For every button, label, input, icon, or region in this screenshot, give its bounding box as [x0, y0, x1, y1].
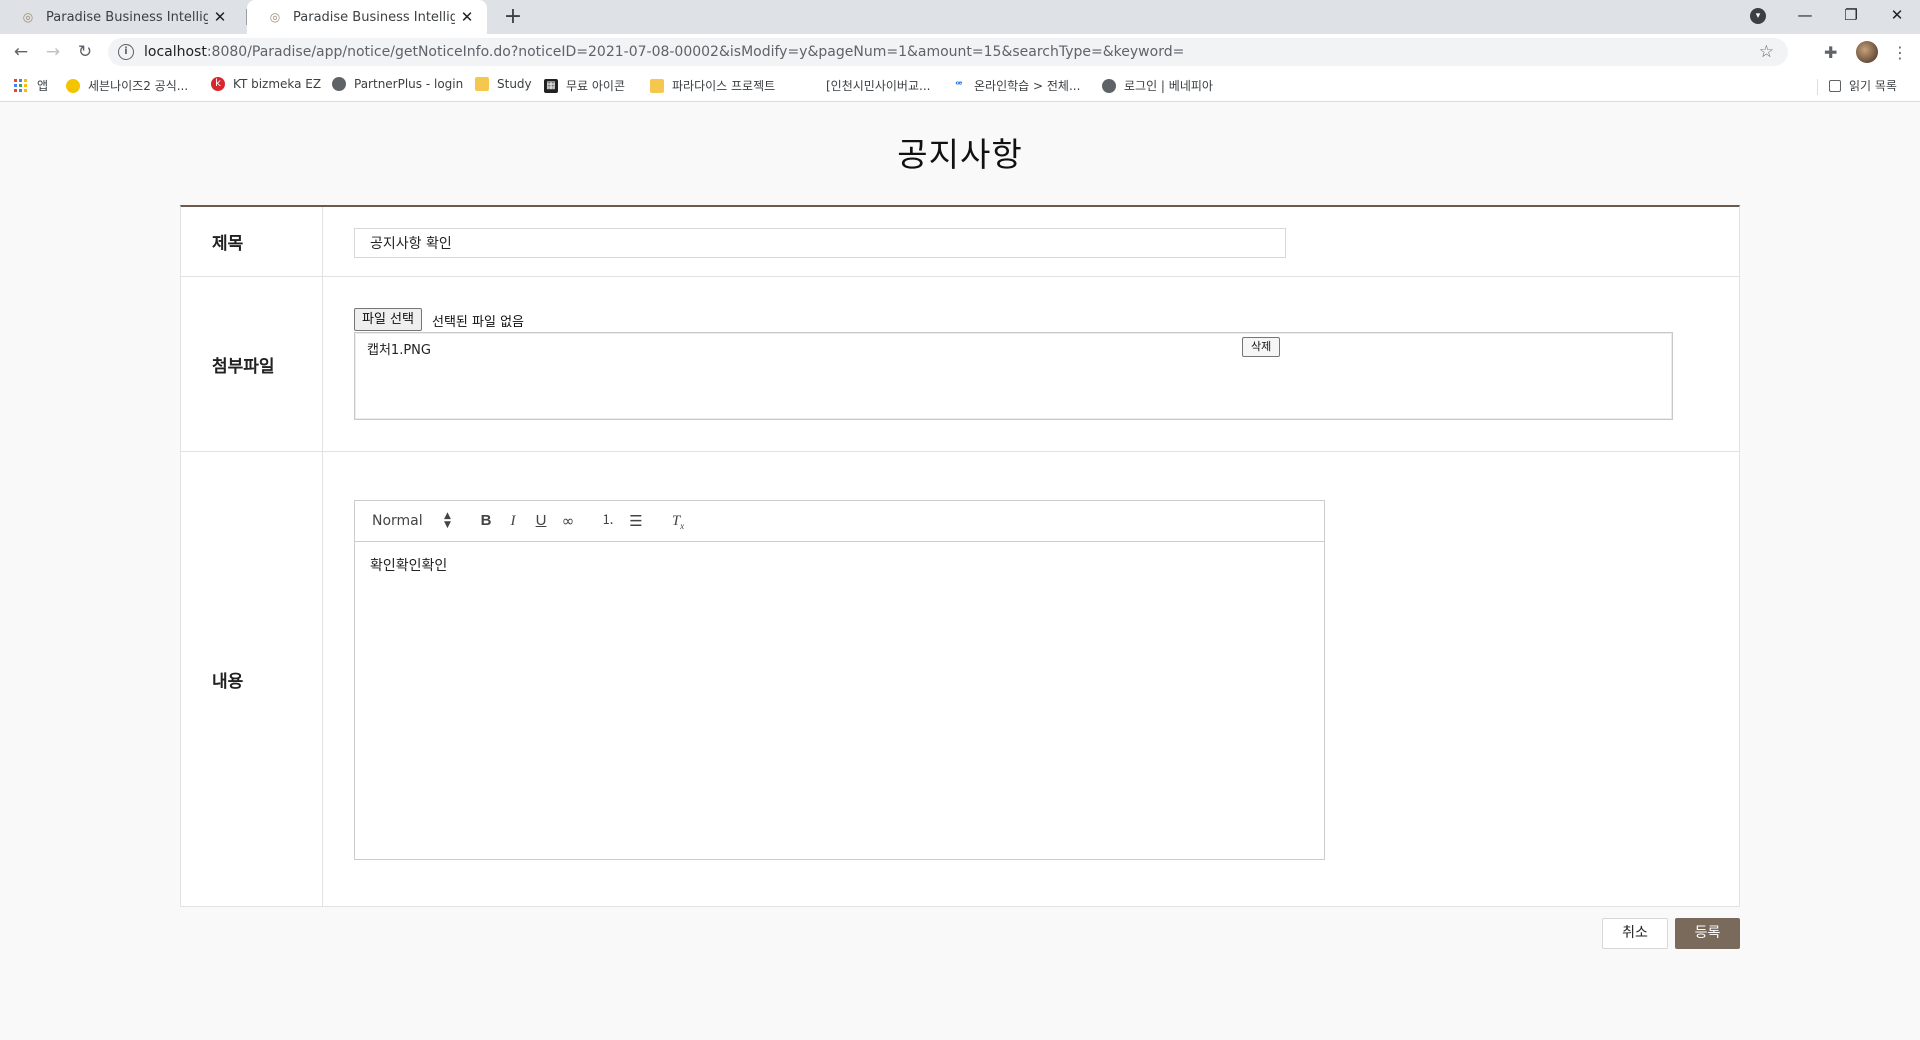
menu-kebab-icon[interactable]: ⋮: [1892, 43, 1908, 62]
title-label: 제목: [181, 207, 323, 276]
bookmark-label: 앱: [37, 79, 49, 93]
profile-avatar[interactable]: [1856, 41, 1878, 63]
kt-icon: k: [211, 77, 225, 91]
globe-icon: [1102, 78, 1116, 93]
bookmark-item[interactable]: ▦ 무료 아이콘: [544, 77, 625, 94]
tab-title: Paradise Business Intelligence D: [46, 9, 208, 25]
site-favicon-icon: ◎: [22, 10, 34, 24]
bookmark-item[interactable]: PartnerPlus - login: [332, 77, 463, 91]
title-input[interactable]: [354, 228, 1286, 258]
bookmark-item[interactable]: 로그인 | 베네피아: [1102, 77, 1213, 94]
bookmark-item[interactable]: ꟹ 온라인학습 > 전체...: [952, 77, 1081, 94]
browser-tab-2[interactable]: ◎ Paradise Business Intelligence - ✕: [247, 0, 487, 34]
reading-list[interactable]: 읽기 목록: [1829, 77, 1897, 94]
file-select-button[interactable]: 파일 선택: [354, 308, 422, 331]
globe-icon: [332, 77, 346, 91]
content-row: 내용 Normal ▲ ▼ B I U ∞ ⒈ ☰ Tx 확인확인확인: [181, 452, 1739, 907]
attached-files-box: 캡처1.PNG 삭제: [354, 332, 1673, 420]
notice-form: 제목 첨부파일 파일 선택 선택된 파일 없음 캡처1.PNG 삭제 내용 No…: [180, 205, 1740, 907]
folder-icon: [650, 78, 664, 93]
reload-icon[interactable]: ↻: [69, 36, 101, 68]
address-bar[interactable]: i localhost:8080/Paradise/app/notice/get…: [108, 38, 1788, 66]
bold-icon[interactable]: B: [476, 511, 496, 531]
forward-icon[interactable]: →: [37, 36, 69, 68]
delete-file-button[interactable]: 삭제: [1242, 337, 1281, 357]
back-icon[interactable]: ←: [5, 36, 37, 68]
title-row: 제목: [181, 207, 1739, 277]
bookmark-label: [인천시민사이버교...: [826, 79, 931, 93]
game-icon: [66, 78, 80, 93]
bookmarks-bar: 앱 세븐나이즈2 공식... k KT bizmeka EZ PartnerPl…: [0, 70, 1920, 102]
bookmark-star-icon[interactable]: ☆: [1759, 42, 1774, 62]
bookmark-separator: [1817, 79, 1818, 95]
extensions-icon[interactable]: ✚: [1824, 43, 1837, 62]
format-select[interactable]: Normal: [372, 513, 423, 529]
italic-icon[interactable]: I: [503, 511, 523, 531]
select-arrows-icon: ▲ ▼: [444, 511, 451, 530]
bookmark-apps[interactable]: 앱: [14, 77, 48, 94]
site-info-icon[interactable]: i: [118, 44, 134, 60]
bookmark-folder[interactable]: 파라다이스 프로젝트: [650, 77, 775, 94]
bookmark-label: 파라다이스 프로젝트: [672, 79, 776, 93]
rich-text-editor: Normal ▲ ▼ B I U ∞ ⒈ ☰ Tx 확인확인확인: [354, 500, 1325, 860]
page-title: 공지사항: [897, 135, 1023, 174]
site-favicon-icon: ◎: [269, 10, 281, 24]
close-tab-icon[interactable]: ✕: [208, 8, 232, 26]
bookmark-item[interactable]: [인천시민사이버교...: [804, 77, 930, 94]
bookmark-folder[interactable]: Study: [475, 77, 532, 91]
bookmark-label: Study: [497, 77, 532, 91]
restore-icon[interactable]: ❐: [1828, 0, 1874, 30]
browser-toolbar: ← → ↻ i localhost:8080/Paradise/app/noti…: [0, 34, 1920, 70]
tab-title: Paradise Business Intelligence -: [293, 9, 455, 25]
blank-icon: [804, 79, 818, 93]
file-none-text: 선택된 파일 없음: [432, 315, 524, 330]
url-host: localhost: [144, 44, 207, 60]
tab-strip: ◎ Paradise Business Intelligence D ✕ ◎ P…: [0, 0, 1920, 34]
bookmark-label: 로그인 | 베네피아: [1124, 79, 1213, 93]
bullet-list-icon[interactable]: ☰: [626, 511, 646, 531]
bookmark-label: 무료 아이콘: [566, 79, 626, 93]
bookmark-label: KT bizmeka EZ: [233, 77, 322, 91]
bookmark-item[interactable]: k KT bizmeka EZ: [211, 77, 321, 91]
learning-icon: ꟹ: [955, 79, 963, 91]
ordered-list-icon[interactable]: ⒈: [598, 511, 618, 531]
bookmark-label: PartnerPlus - login: [354, 77, 464, 91]
attached-file-name[interactable]: 캡처1.PNG: [367, 339, 431, 358]
reading-list-label: 읽기 목록: [1849, 79, 1897, 93]
submit-button[interactable]: 등록: [1675, 918, 1740, 949]
reading-list-icon: [1829, 79, 1841, 92]
cancel-button[interactable]: 취소: [1602, 918, 1668, 949]
apps-grid-icon: [14, 79, 27, 92]
close-tab-icon[interactable]: ✕: [455, 8, 479, 26]
browser-tab-1[interactable]: ◎ Paradise Business Intelligence D ✕: [0, 0, 240, 34]
attachment-row: 첨부파일 파일 선택 선택된 파일 없음 캡처1.PNG 삭제: [181, 277, 1739, 452]
editor-content[interactable]: 확인확인확인: [355, 543, 1324, 859]
bookmark-label: 세븐나이즈2 공식...: [88, 79, 189, 93]
content-label: 내용: [181, 452, 323, 907]
bookmark-item[interactable]: 세븐나이즈2 공식...: [66, 77, 188, 94]
editor-toolbar: Normal ▲ ▼ B I U ∞ ⒈ ☰ Tx: [355, 501, 1324, 542]
new-tab-icon[interactable]: +: [498, 2, 528, 32]
close-window-icon[interactable]: ✕: [1874, 0, 1920, 30]
icon-site-icon: ▦: [544, 78, 558, 93]
underline-icon[interactable]: U: [531, 511, 551, 531]
link-icon[interactable]: ∞: [558, 511, 578, 531]
minimize-icon[interactable]: —: [1782, 0, 1828, 30]
clear-format-icon[interactable]: Tx: [668, 511, 688, 531]
tab-search-icon[interactable]: ▾: [1750, 8, 1766, 24]
url-path: :8080/Paradise/app/notice/getNoticeInfo.…: [206, 44, 1185, 60]
bookmark-label: 온라인학습 > 전체...: [974, 79, 1081, 93]
attachment-label: 첨부파일: [181, 277, 323, 451]
folder-icon: [475, 77, 489, 91]
